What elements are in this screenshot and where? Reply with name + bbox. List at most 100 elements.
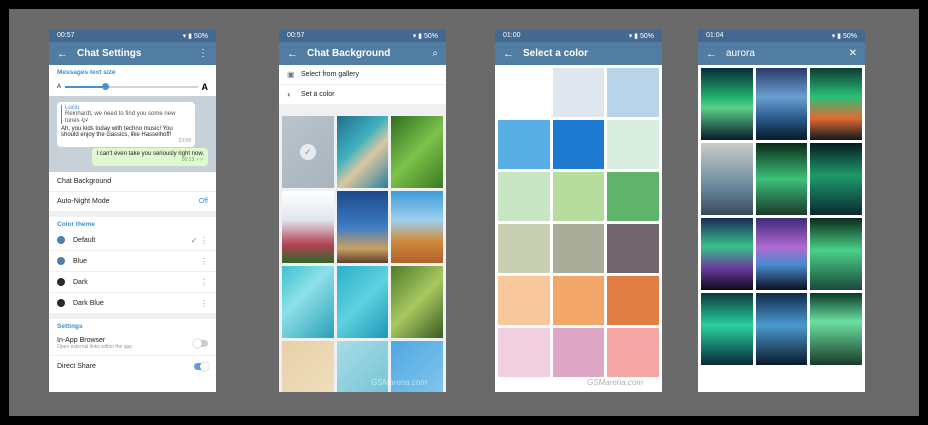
direct-share-toggle[interactable] xyxy=(194,361,209,371)
theme-item[interactable]: Dark ⋮ xyxy=(49,272,216,293)
theme-color-swatch xyxy=(57,236,65,244)
signal-icon: ▾ ▮ xyxy=(628,32,639,40)
color-swatch[interactable] xyxy=(552,68,605,117)
battery-level: 50% xyxy=(423,32,438,40)
color-swatch[interactable] xyxy=(498,328,550,377)
search-icon[interactable]: ⌕ xyxy=(432,48,438,59)
more-vert-icon[interactable]: ⋮ xyxy=(200,236,208,245)
wallpaper-result-tile[interactable] xyxy=(810,143,862,215)
checkmark-icon: ✓ xyxy=(299,144,316,160)
wallpaper-result-tile[interactable] xyxy=(755,143,808,215)
palette-icon: ◐ xyxy=(287,90,292,99)
theme-label: Blue xyxy=(73,257,88,265)
background-tile[interactable] xyxy=(336,266,389,338)
in-app-browser-row[interactable]: In-App Browser Open external links withi… xyxy=(49,332,216,356)
color-swatch[interactable] xyxy=(498,172,550,221)
status-time: 00:57 xyxy=(57,32,75,39)
color-swatch[interactable] xyxy=(607,276,659,325)
phone-chat-background: 00:57 ▾ ▮ 50% ← Chat Background ⌕ ▣ Sele… xyxy=(279,29,446,392)
page-title: Chat Settings xyxy=(77,48,142,59)
size-small-label: A xyxy=(57,84,62,90)
background-tile[interactable] xyxy=(391,116,443,188)
background-tile[interactable] xyxy=(336,191,389,263)
text-size-slider[interactable]: A A xyxy=(49,78,216,96)
battery-level: 50% xyxy=(193,32,208,40)
section-divider xyxy=(279,105,446,113)
direct-share-row[interactable]: Direct Share xyxy=(49,356,216,376)
color-swatch[interactable] xyxy=(607,68,659,117)
wallpaper-result-tile[interactable] xyxy=(810,218,862,290)
color-swatch[interactable] xyxy=(607,224,659,273)
set-color-row[interactable]: ◐ Set a color xyxy=(279,85,446,105)
color-swatch[interactable] xyxy=(607,172,659,221)
color-grid xyxy=(495,65,662,380)
wallpaper-result-tile[interactable] xyxy=(810,68,862,140)
back-arrow-icon[interactable]: ← xyxy=(706,48,726,60)
section-header-color-theme: Color theme xyxy=(57,221,95,228)
app-bar: ← Select a color xyxy=(495,42,662,65)
app-bar: ← aurora ✕ xyxy=(698,42,865,65)
back-arrow-icon[interactable]: ← xyxy=(503,48,523,60)
status-time: 00:57 xyxy=(287,32,305,39)
color-swatch[interactable] xyxy=(498,276,550,325)
slider-track[interactable] xyxy=(65,83,198,90)
theme-item[interactable]: Dark Blue ⋮ xyxy=(49,293,216,314)
wallpaper-result-tile[interactable] xyxy=(701,218,753,290)
wallpaper-result-tile[interactable] xyxy=(755,218,808,290)
more-vert-icon[interactable]: ⋮ xyxy=(200,257,208,266)
battery-level: 50% xyxy=(639,32,654,40)
wallpaper-result-tile[interactable] xyxy=(810,293,862,365)
status-bar: 01:00 ▾ ▮ 50% xyxy=(495,29,662,42)
select-gallery-row[interactable]: ▣ Select from gallery xyxy=(279,65,446,85)
set-color-label: Set a color xyxy=(301,91,335,98)
background-tile[interactable] xyxy=(336,116,389,188)
message-time: 23:58 xyxy=(178,138,191,144)
color-swatch[interactable] xyxy=(498,224,550,273)
size-large-label: A xyxy=(201,82,209,92)
section-header-text-size: Messages text size xyxy=(57,69,116,76)
in-app-browser-label: In-App Browser xyxy=(57,337,106,344)
back-arrow-icon[interactable]: ← xyxy=(57,48,77,60)
color-swatch[interactable] xyxy=(552,276,605,325)
color-swatch[interactable] xyxy=(552,328,605,377)
wallpaper-result-tile[interactable] xyxy=(701,143,753,215)
background-tile[interactable] xyxy=(282,341,334,392)
chat-preview: Lucio Reinhardt, we need to find you som… xyxy=(49,96,216,172)
more-vert-icon[interactable]: ⋮ xyxy=(200,278,208,287)
background-tile[interactable] xyxy=(282,266,334,338)
color-swatch[interactable] xyxy=(498,120,550,169)
wallpaper-result-tile[interactable] xyxy=(755,68,808,140)
incoming-bubble: Lucio Reinhardt, we need to find you som… xyxy=(57,102,195,147)
color-swatch[interactable] xyxy=(552,224,605,273)
phone-select-color: 01:00 ▾ ▮ 50% ← Select a color GSMarena.… xyxy=(495,29,662,392)
battery-level: 50% xyxy=(842,32,857,40)
section-header-settings: Settings xyxy=(57,323,83,330)
slider-knob[interactable] xyxy=(101,83,109,90)
background-tile[interactable] xyxy=(391,191,443,263)
background-tile[interactable] xyxy=(282,191,334,263)
color-swatch[interactable] xyxy=(498,68,550,117)
app-bar: ← Chat Settings ⋮ xyxy=(49,42,216,65)
background-tile[interactable] xyxy=(391,266,443,338)
more-vert-icon[interactable]: ⋮ xyxy=(198,48,208,59)
more-vert-icon[interactable]: ⋮ xyxy=(200,299,208,308)
wallpaper-result-tile[interactable] xyxy=(701,68,753,140)
theme-item[interactable]: Blue ⋮ xyxy=(49,251,216,272)
wallpaper-result-tile[interactable] xyxy=(755,293,808,365)
search-input[interactable]: aurora xyxy=(726,48,849,59)
color-swatch[interactable] xyxy=(607,120,659,169)
close-icon[interactable]: ✕ xyxy=(849,48,857,59)
theme-item[interactable]: Default ✓ ⋮ xyxy=(49,230,216,251)
back-arrow-icon[interactable]: ← xyxy=(287,48,307,60)
status-bar: 00:57 ▾ ▮ 50% xyxy=(279,29,446,42)
color-swatch[interactable] xyxy=(552,120,605,169)
wallpaper-result-tile[interactable] xyxy=(701,293,753,365)
color-swatch[interactable] xyxy=(552,172,605,221)
watermark: GSMarena.com xyxy=(371,378,428,387)
in-app-browser-toggle[interactable] xyxy=(193,339,208,348)
background-tile-selected[interactable]: ✓ xyxy=(282,116,334,188)
chat-background-row[interactable]: Chat Background xyxy=(49,172,216,192)
auto-night-row[interactable]: Auto-Night Mode Off xyxy=(49,192,216,212)
color-swatch[interactable] xyxy=(607,328,659,377)
reply-quote: Lucio Reinhardt, we need to find you som… xyxy=(61,105,191,124)
